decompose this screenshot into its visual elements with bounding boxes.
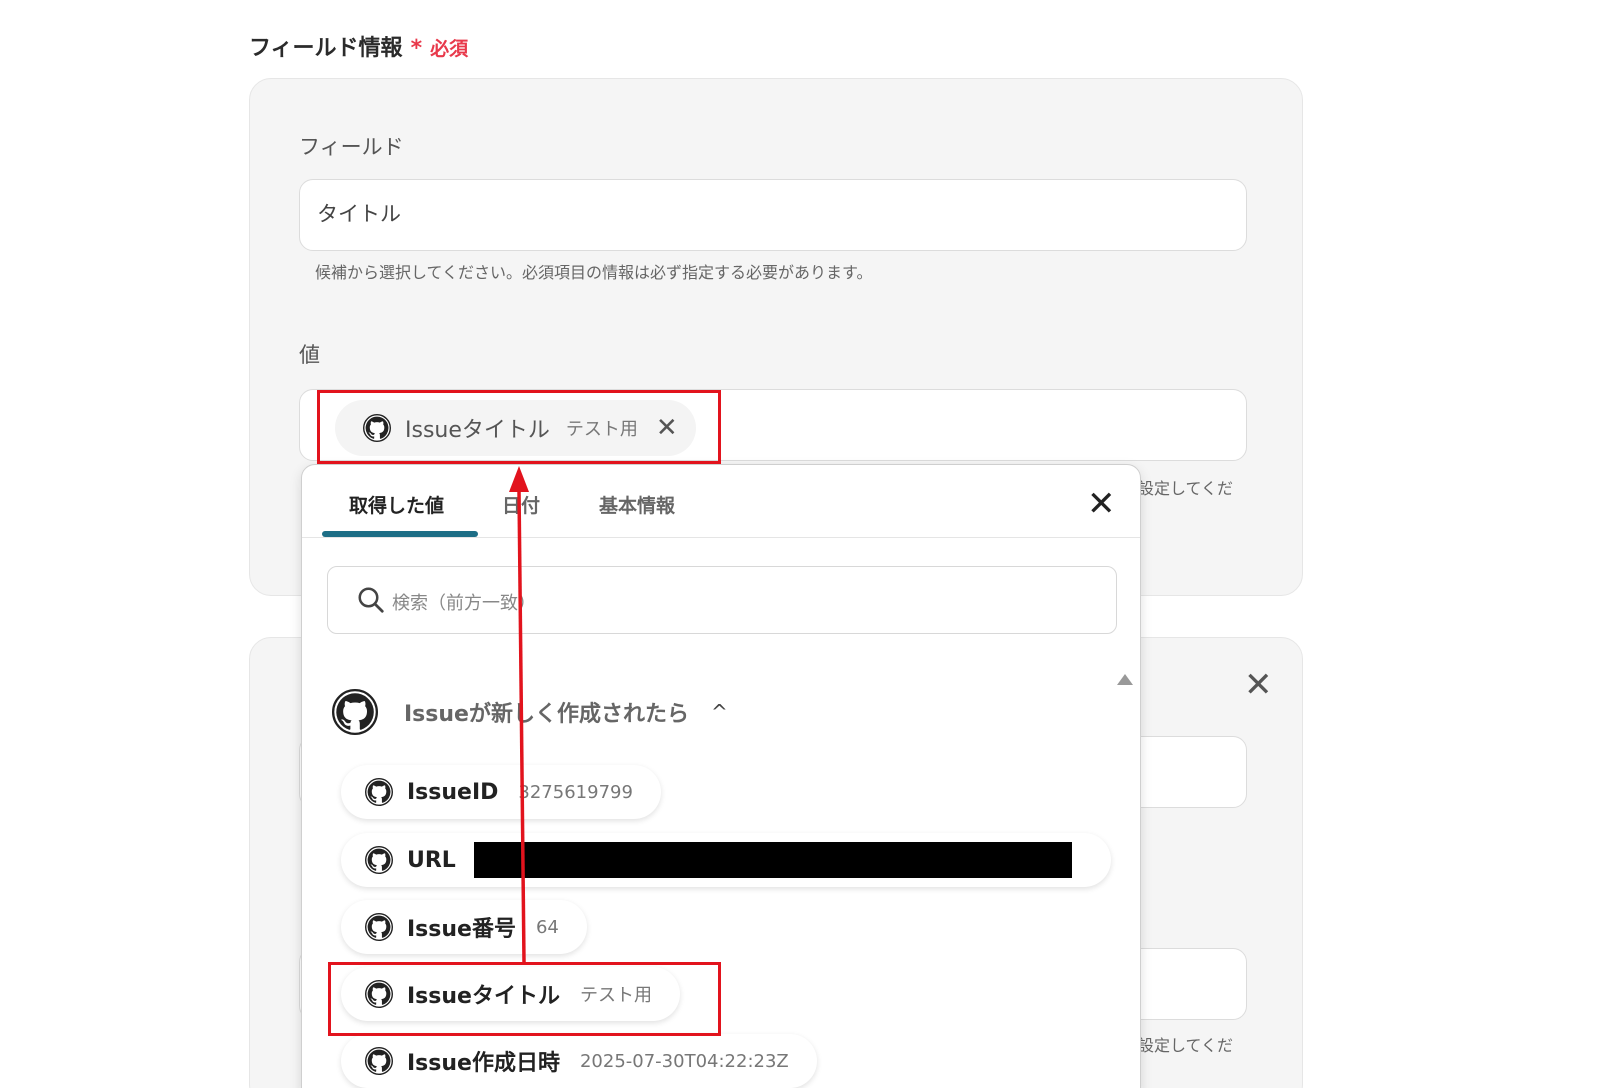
group-header[interactable]: Issueが新しく作成されたら ^ (332, 689, 728, 735)
tab-divider (302, 537, 1140, 538)
tab-acquired-values[interactable]: 取得した値 (349, 491, 444, 518)
item-label: URL (407, 847, 456, 873)
popup-close-icon[interactable]: ✕ (1087, 487, 1116, 521)
list-item-issue-id[interactable]: IssueID 3275619799 (341, 765, 661, 819)
github-icon (332, 689, 378, 735)
list-item-issue-created-at[interactable]: Issue作成日時 2025-07-30T04:22:23Z (341, 1034, 817, 1088)
item-label: IssueID (407, 779, 499, 805)
highlight-selected-chip (317, 390, 721, 464)
highlight-issue-title-item (328, 962, 721, 1036)
scroll-up-arrow-icon[interactable] (1117, 674, 1133, 685)
github-icon (365, 778, 393, 806)
search-input[interactable]: 検索（前方一致） (327, 566, 1117, 634)
item-label: Issue作成日時 (407, 1051, 560, 1076)
card2-help-text-partial: 設定してくだ (1138, 1036, 1234, 1055)
list-item-issue-number[interactable]: Issue番号 64 (341, 900, 587, 954)
search-placeholder: 検索（前方一致） (392, 593, 536, 614)
item-label: Issue番号 (407, 917, 516, 942)
value-help-text-partial: 設定してくだ (1138, 479, 1234, 498)
group-label: Issueが新しく作成されたら (404, 702, 689, 727)
value-label: 値 (299, 343, 320, 367)
field-help-text: 候補から選択してください。必須項目の情報は必ず指定する必要があります。 (315, 263, 873, 282)
github-icon (365, 1047, 393, 1075)
field-label: フィールド (299, 135, 404, 159)
item-value: 64 (535, 916, 559, 938)
item-value: 3275619799 (518, 781, 633, 803)
card2-close-icon[interactable]: ✕ (1244, 668, 1273, 702)
tab-date[interactable]: 日付 (502, 491, 540, 518)
required-label: 必須 (430, 38, 469, 60)
redacted-url (473, 842, 1072, 878)
section-title: フィールド情報 * 必須 (249, 30, 468, 62)
item-value: 2025-07-30T04:22:23Z (579, 1050, 789, 1072)
tab-basic-info[interactable]: 基本情報 (599, 491, 675, 518)
field-select-value: タイトル (317, 202, 401, 226)
github-icon (365, 846, 393, 874)
github-icon (365, 913, 393, 941)
list-item-url[interactable]: URL (341, 833, 1111, 887)
field-select[interactable]: タイトル (299, 179, 1247, 251)
search-icon (358, 587, 384, 613)
section-title-text: フィールド情報 (249, 36, 403, 61)
required-star: * (410, 36, 423, 61)
chevron-up-icon[interactable]: ^ (711, 700, 728, 724)
